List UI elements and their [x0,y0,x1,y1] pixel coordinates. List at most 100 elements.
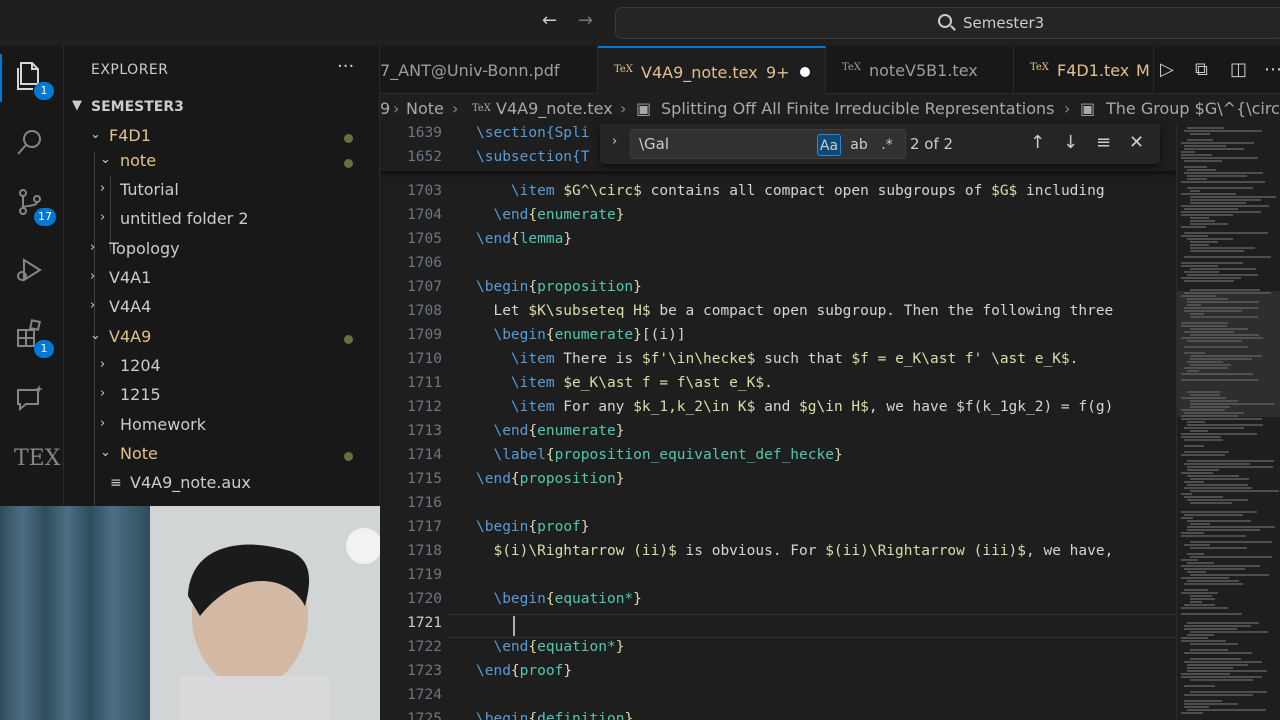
arrow-down-icon[interactable]: ↓ [1063,132,1078,153]
tree-item-v4a1[interactable]: › V4A1 [64,265,380,294]
code-line[interactable]: \begin{proposition} [476,279,642,295]
code-line[interactable] [476,615,511,631]
tab-f4d1[interactable]: TeX F4D1.tex M [1014,46,1154,94]
arrow-left-icon[interactable]: ← [542,10,557,31]
arrow-right-icon[interactable]: → [578,10,593,31]
tab-pdf[interactable]: 7_ANT@Univ-Bonn.pdf [380,46,598,94]
code-line[interactable]: Let $K\subseteq H$ be a compact open sub… [476,303,1113,319]
match-case-toggle[interactable]: Aa [817,134,841,156]
code-line[interactable]: \begin{equation*} [476,591,641,607]
code-line[interactable]: \end{enumerate} [476,423,624,439]
copilot-chat-icon[interactable] [14,382,50,418]
minimap-line [1190,691,1267,693]
minimap-line [1187,274,1258,276]
extensions-badge: 1 [34,340,54,358]
more-actions-icon[interactable]: ⋯ [1264,59,1280,80]
tab-modified-badge: M [1136,61,1150,80]
tree-item-1204[interactable]: › 1204 [64,353,380,382]
code-line[interactable]: \item For any $k_1,k_2\in K$ and $g\in H… [476,399,1113,415]
minimap-line [1187,187,1253,189]
workspace-root[interactable]: ▼ SEMESTER3 [64,94,380,123]
arrow-up-icon[interactable]: ↑ [1030,132,1045,153]
explorer-icon[interactable]: 1 [0,54,54,102]
tree-item-topology[interactable]: › Topology [64,236,380,265]
more-actions-icon[interactable]: ··· [337,56,354,77]
split-editor-icon[interactable]: ◫ [1230,59,1247,80]
minimap-line [1181,640,1226,642]
tree-item-tutorial[interactable]: › Tutorial [64,177,380,206]
code-line[interactable]: \item $G^\circ$ contains all compact ope… [476,183,1105,199]
code-line[interactable]: \item There is $f'\in\hecke$ such that $… [476,351,1078,367]
unsaved-dot[interactable] [800,67,810,77]
modified-dot [344,452,353,461]
find-input[interactable]: \Gal Aa ab .* [630,129,906,159]
tab-v4a9-note[interactable]: TeX V4A9_note.tex 9+ [598,46,826,94]
tree-item-note-folder[interactable]: ⌄ Note [64,441,380,470]
whole-word-toggle[interactable]: ab [847,134,871,156]
breadcrumb-item[interactable]: The Group $G\^{\circ} [1106,99,1280,118]
tree-item-label: V4A1 [109,268,152,287]
minimap-line [1181,532,1204,534]
find-in-selection-icon[interactable]: ≡ [1096,132,1111,153]
minimap-line [1190,364,1231,366]
minimap-line [1187,370,1199,372]
code-line[interactable]: \end{proposition} [476,471,624,487]
play-icon[interactable]: ▷ [1160,59,1174,80]
code-line[interactable]: \end{proof} [476,663,572,679]
toggle-replace-icon[interactable]: › [612,134,617,149]
title-bar: ← → Semester3 [0,0,1280,46]
search-icon[interactable] [14,126,50,162]
minimap-line [1190,133,1210,135]
tree-item-aux-file[interactable]: ≡ V4A9_note.aux [64,470,380,499]
tree-item-1215[interactable]: › 1215 [64,382,380,411]
minimap[interactable] [1176,123,1280,720]
minimap-line [1187,526,1275,528]
minimap-line [1190,595,1212,597]
section-icon: ▣ [636,99,652,118]
run-debug-icon[interactable] [14,254,50,290]
close-icon[interactable]: ✕ [1129,132,1144,153]
regex-toggle[interactable]: .* [875,134,899,156]
tree-item-note[interactable]: ⌄ note [64,148,380,177]
source-control-icon[interactable]: 17 [14,186,56,226]
code-editor[interactable]: 1639 \section{Spli 1652 \subsection{T 17… [380,123,1176,720]
code-line[interactable]: \item $e_K\ast f = f\ast e_K$. [476,375,773,391]
code-line[interactable]: \begin{definition} [476,711,633,720]
tree-item-v4a9[interactable]: ⌄ V4A9 [64,324,380,353]
minimap-line [1190,241,1218,243]
code-line[interactable]: \label{proposition_equivalent_def_hecke} [476,447,842,463]
minimap-line [1184,463,1250,465]
tab-notev5b1[interactable]: TeX noteV5B1.tex [826,46,1014,94]
code-line[interactable]: \end{enumerate} [476,207,624,223]
sticky-line[interactable]: \section{Spli [476,125,590,141]
minimap-line [1181,295,1216,297]
extensions-icon[interactable]: 1 [14,318,54,358]
command-center-search[interactable]: Semester3 [615,7,1280,39]
tree-item-homework[interactable]: › Homework [64,412,380,441]
code-line[interactable]: $(i)\Rightarrow (ii)$ is obvious. For $(… [476,543,1113,559]
minimap-line [1187,709,1266,711]
minimap-line [1190,394,1220,396]
code-line[interactable]: \end{equation*} [476,639,624,655]
tree-item-untitled-folder-2[interactable]: › untitled folder 2 [64,206,380,235]
minimap-line [1181,157,1258,159]
code-line[interactable]: \begin{enumerate}[(i)] [476,327,685,343]
tex-icon[interactable]: TEX [14,446,60,482]
breadcrumb-item[interactable]: 9 [380,99,390,118]
code-line[interactable]: \end{lemma} [476,231,572,247]
minimap-line [1190,220,1215,222]
breadcrumb-item[interactable]: Note [406,99,444,118]
minimap-line [1190,196,1276,198]
breadcrumb-item[interactable]: Splitting Off All Finite Irreducible Rep… [661,99,1054,118]
minimap-line [1184,604,1215,606]
sticky-line[interactable]: \subsection{T [476,149,590,165]
tree-item-v4a4[interactable]: › V4A4 [64,294,380,323]
code-line[interactable]: \begin{proof} [476,519,590,535]
line-number: 1725 [407,711,442,720]
open-preview-icon[interactable]: ⧉ [1195,59,1208,80]
chevron-right-icon: › [90,240,96,255]
minimap-line [1184,367,1228,369]
breadcrumb-item[interactable]: V4A9_note.tex [496,99,613,118]
minimap-line [1184,346,1248,348]
webcam-video [0,506,402,720]
